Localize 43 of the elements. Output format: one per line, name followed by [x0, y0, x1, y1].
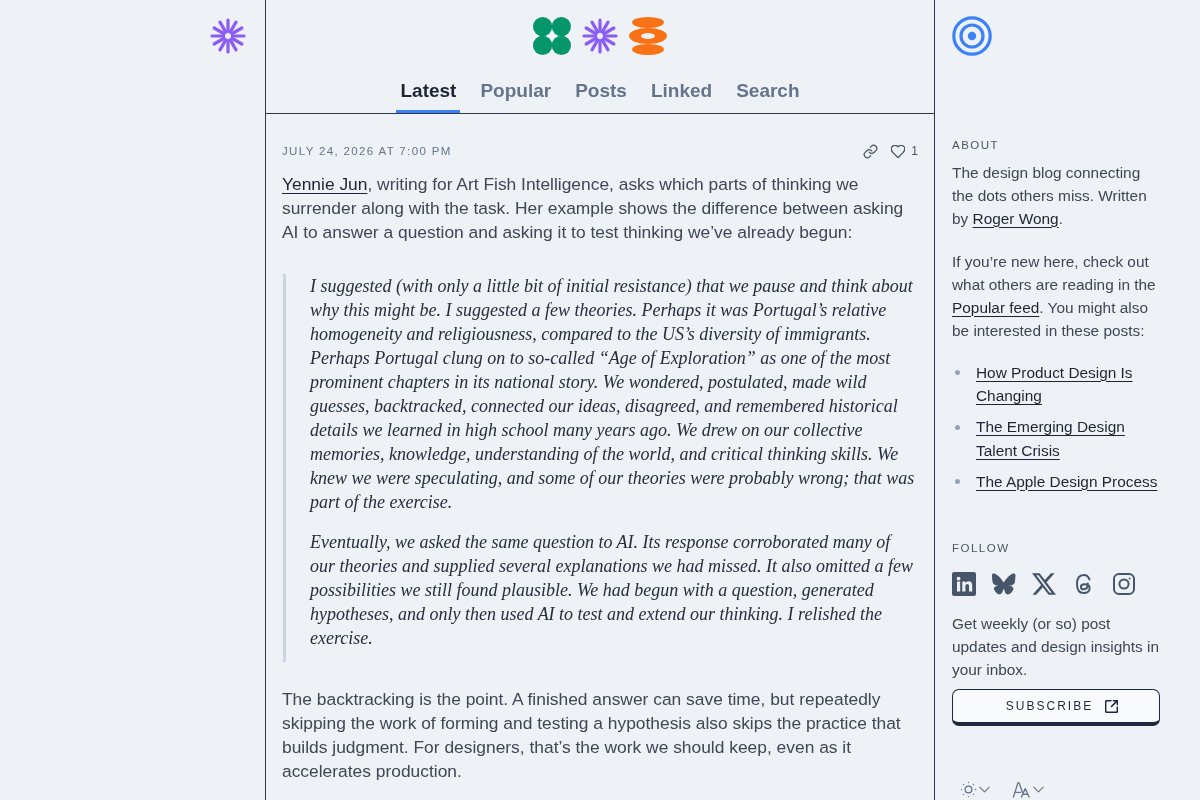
- nav-tab[interactable]: Latest: [396, 79, 461, 113]
- instagram-icon[interactable]: [1112, 572, 1136, 596]
- post-link[interactable]: The Apple Design Process: [976, 469, 1158, 493]
- text-link[interactable]: Roger Wong: [972, 209, 1059, 227]
- about-text: The design blog connecting the dots others miss. Written by Roger Wong.: [952, 162, 1148, 229]
- heart-icon: [891, 144, 906, 158]
- asterisk-logo-icon[interactable]: [210, 17, 246, 55]
- theme-button[interactable]: [960, 781, 990, 798]
- chevron-icon: [979, 786, 990, 793]
- external-link-icon: [1105, 699, 1119, 713]
- bullet-icon: [955, 424, 960, 430]
- intro-paragraph: Yennie Jun, writing for Art Fish Intelligence, asks which parts of thinking we surrender along with the task. Her example shows the difference between asking AI to answer a question and asking it to test thinking we’ve already begun:: [282, 173, 905, 244]
- body-paragraph: The backtracking is the point. A finished answer can save time, but repeatedly skipping the work of forming and testing a hypothesis also skips the practice that builds judgment. For designers, that’s the work we should keep, even as it accelerates production.: [282, 688, 902, 783]
- font-size-icon: [1012, 781, 1031, 798]
- like-button[interactable]: 1: [891, 144, 918, 158]
- linkedin-icon[interactable]: [952, 572, 976, 596]
- post-link[interactable]: The Emerging Design Talent Crisis: [976, 415, 1166, 462]
- section-heading: FOLLOW: [952, 541, 1010, 555]
- newsletter-text: Get weekly (or so) post updates and design insights in your inbox.: [952, 613, 1161, 680]
- subscribe-button[interactable]: SUBSCRIBE: [952, 689, 1160, 726]
- quote-paragraph: I suggested (with only a little bit of initial resistance) that we pause and think about why this might be. I suggested a few theories. Perhaps it was Portugal’s relative homogeneity and religiousness, compared to the US’s diversity of immigrants. Perhaps Portugal clung on to so-called “Age of Exploration” as one of the most prominent chapters in its national story. We wondered, postulated, made wild guesses, backtracked, connected our ideas, disagreed, and remembered historical details we learned in high school many years ago. We drew on our collective memories, knowledge, understanding of the world, and critical thinking skills. We knew we were speculating, and some of our theories were probably wrong; that was part of the exercise.: [310, 275, 916, 514]
- bullet-icon: [955, 479, 960, 484]
- stacked-discs-logo-icon[interactable]: [629, 17, 667, 55]
- font-size-button[interactable]: [1012, 781, 1044, 798]
- section-heading: ABOUT: [952, 138, 1000, 152]
- quote-paragraph: Eventually, we asked the same question to AI. Its response corroborated many of our theories and supplied several explanations we had missed. It also omitted a few possibilities we still found plausible. We had begun with a question, generated hypotheses, and only then used AI to test and extend our thinking. I relished the exercise.: [310, 531, 914, 650]
- nav-tab[interactable]: Search: [732, 79, 804, 113]
- post-link[interactable]: How Product Design Is Changing: [976, 360, 1166, 408]
- asterisk-logo-icon[interactable]: [582, 17, 618, 55]
- target-logo-icon[interactable]: [952, 16, 992, 56]
- author-link[interactable]: Yennie Jun: [282, 174, 368, 194]
- nav-tab[interactable]: Popular: [476, 79, 556, 113]
- x-logo-icon[interactable]: [1032, 572, 1056, 596]
- link-icon[interactable]: [863, 143, 879, 159]
- nav-tab[interactable]: Posts: [571, 79, 631, 113]
- nav-tab[interactable]: Linked: [646, 79, 717, 113]
- bullet-icon: [955, 370, 960, 375]
- about-text: If you’re new here, check out what others are reading in the Popular feed. You might also be interested in these posts:: [952, 251, 1157, 341]
- sun-icon: [960, 781, 977, 798]
- clover-logo-icon[interactable]: [533, 17, 571, 55]
- post-date: JULY 24, 2026 AT 7:00 PM: [282, 144, 452, 158]
- chevron-icon: [1033, 786, 1044, 793]
- butterfly-icon[interactable]: [992, 573, 1016, 595]
